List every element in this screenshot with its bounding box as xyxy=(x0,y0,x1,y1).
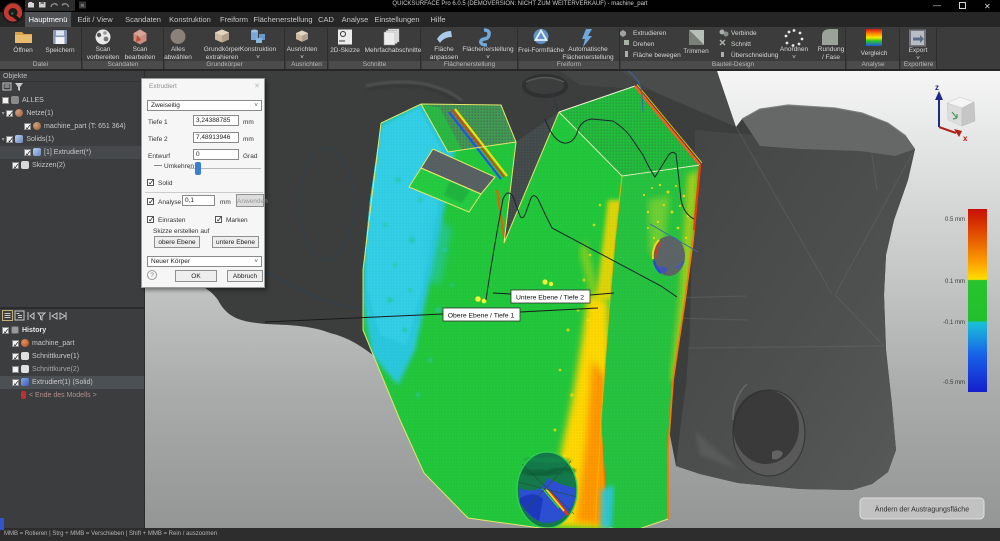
svg-text:˅: ˅ xyxy=(486,54,490,61)
svg-text:bearbeiten: bearbeiten xyxy=(125,54,156,61)
svg-text:Überschneidung: Überschneidung xyxy=(731,51,779,59)
svg-text:-0.5 mm: -0.5 mm xyxy=(943,380,965,386)
svg-text:0.1 mm: 0.1 mm xyxy=(945,279,965,285)
svg-text:˅: ˅ xyxy=(300,54,304,61)
svg-text:/ Fase: / Fase xyxy=(822,54,840,61)
svg-text:Konstruktion: Konstruktion xyxy=(240,46,277,53)
svg-text:Frei-Formfläche: Frei-Formfläche xyxy=(518,47,564,54)
svg-text:extrahieren: extrahieren xyxy=(206,54,239,61)
svg-text:-0.1 mm: -0.1 mm xyxy=(943,320,965,326)
svg-text:vorbereiten: vorbereiten xyxy=(87,54,120,61)
svg-text:Extrudieren: Extrudieren xyxy=(633,30,667,37)
svg-text:Mehrfachabschnitte: Mehrfachabschnitte xyxy=(365,47,422,54)
svg-text:anpassen: anpassen xyxy=(430,54,459,61)
svg-text:Flächenerstellung: Flächenerstellung xyxy=(462,46,514,53)
svg-text:Drehen: Drehen xyxy=(633,41,655,48)
svg-text:Verbinde: Verbinde xyxy=(731,30,757,37)
svg-text:Speichern: Speichern xyxy=(45,47,75,54)
svg-text:Anordnen: Anordnen xyxy=(780,46,809,53)
svg-text:≡: ≡ xyxy=(81,4,85,10)
svg-text:Flächenerstellung: Flächenerstellung xyxy=(562,54,614,61)
svg-text:Export: Export xyxy=(909,47,928,54)
svg-text:x: x xyxy=(963,134,968,143)
svg-text:˅: ˅ xyxy=(792,54,796,61)
svg-text:Fläche: Fläche xyxy=(434,46,454,53)
svg-text:0.5 mm: 0.5 mm xyxy=(945,217,965,223)
svg-text:Grundkörper: Grundkörper xyxy=(204,46,241,53)
svg-text:˅: ˅ xyxy=(256,54,260,61)
svg-text:Ausrichten: Ausrichten xyxy=(287,46,318,53)
svg-text:2D-Skizze: 2D-Skizze xyxy=(330,47,360,54)
svg-text:Scan: Scan xyxy=(133,46,148,53)
svg-text:Rundung: Rundung xyxy=(818,46,845,53)
svg-text:Trimmen: Trimmen xyxy=(683,48,709,55)
svg-text:Untere Ebene / Tiefe 2: Untere Ebene / Tiefe 2 xyxy=(516,295,584,302)
svg-text:Alles: Alles xyxy=(171,46,186,53)
svg-text:Obere Ebene / Tiefe 1: Obere Ebene / Tiefe 1 xyxy=(448,313,515,320)
svg-text:Ändern der Austragungsfläche: Ändern der Austragungsfläche xyxy=(875,506,969,514)
svg-text:Schnitt: Schnitt xyxy=(731,41,751,48)
svg-text:Scan: Scan xyxy=(96,46,111,53)
svg-text:Öffnen: Öffnen xyxy=(13,46,33,54)
svg-text:z: z xyxy=(935,83,939,92)
svg-text:Vergleich: Vergleich xyxy=(861,50,888,57)
svg-text:Fläche bewegen: Fläche bewegen xyxy=(633,52,681,59)
svg-text:Automatische: Automatische xyxy=(568,46,608,53)
svg-text:abwählen: abwählen xyxy=(164,54,192,61)
